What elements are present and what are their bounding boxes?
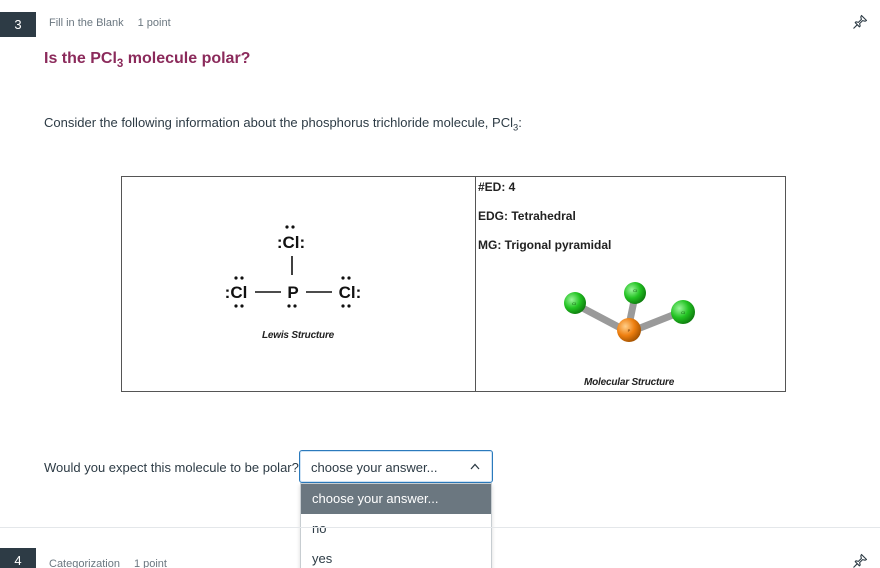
lewis-top-atom: :Cl:: [277, 233, 305, 252]
question-divider: [0, 527, 880, 528]
polarity-prompt: Would you expect this molecule to be pol…: [44, 460, 299, 475]
molecular-caption: Molecular Structure: [584, 377, 675, 388]
question-number: 3: [0, 12, 36, 37]
pin-icon[interactable]: [852, 553, 868, 568]
option-no[interactable]: no: [301, 514, 491, 544]
svg-text:Cl: Cl: [633, 288, 637, 293]
question-header: Fill in the Blank 1 point: [49, 17, 171, 29]
question-title: Is the PCl3 molecule polar?: [44, 50, 251, 71]
lewis-center-atom: P: [287, 283, 298, 302]
question-points-4: 1 point: [133, 558, 167, 568]
question-number-4: 4: [0, 548, 36, 568]
electron-domain-geometry: EDG: Tetrahedral: [478, 209, 576, 223]
svg-text:Cl: Cl: [572, 301, 576, 306]
answer-select-value: choose your answer...: [311, 460, 438, 475]
answer-select[interactable]: choose your answer...: [299, 450, 493, 483]
answer-dropdown-list: choose your answer... no yes: [300, 483, 492, 568]
option-choose[interactable]: choose your answer...: [301, 484, 491, 514]
lewis-right-atom: Cl:: [339, 283, 362, 302]
lewis-caption: Lewis Structure: [262, 330, 335, 341]
lewis-left-atom: :Cl: [225, 283, 248, 302]
question-points: 1 point: [137, 17, 171, 29]
pin-icon[interactable]: [852, 14, 868, 30]
question-type-4: Categorization: [49, 558, 120, 568]
option-yes[interactable]: yes: [301, 544, 491, 568]
chlorine-atom-back: [624, 282, 646, 304]
svg-text:Cl: Cl: [681, 310, 685, 315]
svg-text:P: P: [628, 328, 631, 333]
question-type: Fill in the Blank: [49, 17, 124, 29]
lewis-structure-diagram: :Cl: P :Cl Cl:: [225, 225, 362, 308]
question-header-4: Categorization 1 point: [49, 558, 167, 568]
molecular-geometry: MG: Trigonal pyramidal: [478, 238, 612, 252]
question-intro: Consider the following information about…: [44, 115, 522, 133]
molecular-structure-3d-model: Cl Cl Cl P: [564, 282, 695, 342]
electron-domains: #ED: 4: [478, 180, 516, 194]
chevron-up-icon: [470, 463, 480, 470]
